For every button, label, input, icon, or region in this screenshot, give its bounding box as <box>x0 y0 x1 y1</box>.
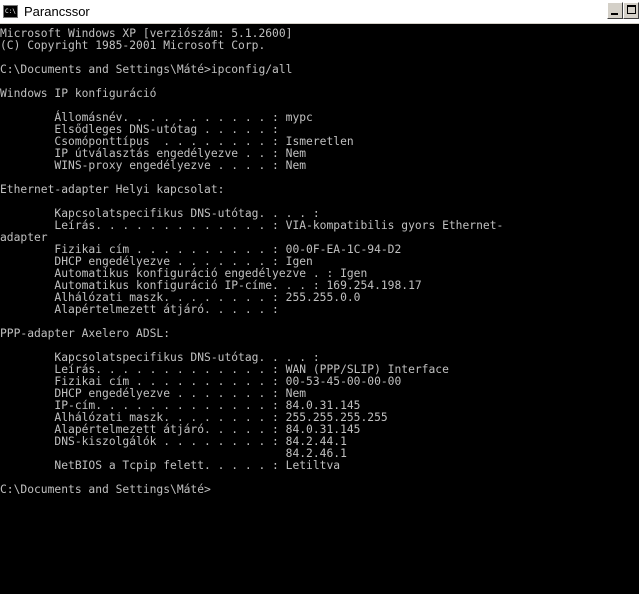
console-line: Ethernet-adapter Helyi kapcsolat: <box>0 183 225 196</box>
console-line: C:\Documents and Settings\Máté> <box>0 483 211 496</box>
console-lines: Microsoft Windows XP [verziószám: 5.1.26… <box>0 24 639 496</box>
window-title: Parancssor <box>24 4 90 19</box>
minimize-button[interactable] <box>607 2 623 19</box>
console-line: Alapértelmezett átjáró. . . . . : <box>0 303 279 316</box>
minimize-icon <box>611 13 618 15</box>
command-prompt-window: C:\ Parancssor Microsoft Windows XP [ver… <box>0 0 639 594</box>
console-line: Leírás. . . . . . . . . . . . . : VIA-ko… <box>0 219 504 232</box>
console-line: Windows IP konfiguráció <box>0 87 157 100</box>
cmd-icon[interactable]: C:\ <box>3 5 18 18</box>
console-line: C:\Documents and Settings\Máté>ipconfig/… <box>0 63 293 76</box>
console-output[interactable]: Microsoft Windows XP [verziószám: 5.1.26… <box>0 24 639 594</box>
maximize-button[interactable] <box>623 2 639 19</box>
console-line: WINS-proxy engedélyezve . . . . : Nem <box>0 159 307 172</box>
maximize-icon <box>627 5 636 14</box>
console-line: NetBIOS a Tcpip felett. . . . . : Letilt… <box>0 459 341 472</box>
console-line: (C) Copyright 1985-2001 Microsoft Corp. <box>0 39 266 52</box>
title-bar[interactable]: C:\ Parancssor <box>0 0 639 24</box>
console-line: PPP-adapter Axelero ADSL: <box>0 327 171 340</box>
